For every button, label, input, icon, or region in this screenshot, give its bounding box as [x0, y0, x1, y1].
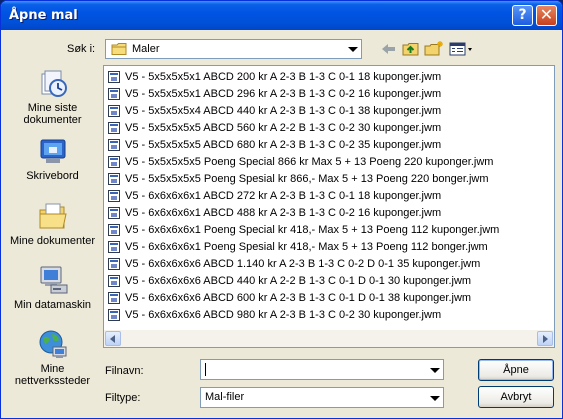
template-file-icon	[108, 224, 120, 236]
open-button[interactable]: Åpne	[478, 359, 554, 381]
lookin-dropdown-arrow[interactable]	[344, 40, 361, 58]
help-button[interactable]: ?	[512, 5, 533, 26]
template-file-icon	[108, 173, 120, 185]
views-menu-button[interactable]	[448, 40, 474, 58]
window-title: Åpne mal	[9, 8, 78, 23]
template-file-icon	[108, 71, 120, 83]
place-network-places[interactable]: Mine nettverkssteder	[5, 329, 100, 389]
lookin-value: Maler	[132, 43, 160, 55]
lookin-label: Søk i:	[67, 43, 96, 55]
template-file-icon	[108, 156, 120, 168]
lookin-select[interactable]: Maler	[105, 39, 362, 59]
place-desktop[interactable]: Skrivebord	[5, 136, 100, 184]
place-label: Mine dokumenter	[10, 235, 95, 247]
template-file-icon	[108, 122, 120, 134]
filetype-label: Filtype:	[105, 392, 141, 404]
place-label: Mine siste dokumenter	[23, 102, 82, 126]
new-folder-button[interactable]	[423, 40, 445, 58]
scroll-left-button[interactable]	[105, 331, 121, 346]
my-computer-icon	[40, 266, 68, 294]
template-file-icon	[108, 241, 120, 253]
folder-icon	[111, 43, 127, 55]
text-cursor	[205, 363, 206, 376]
place-label: Skrivebord	[26, 170, 79, 182]
template-file-icon	[108, 292, 120, 304]
place-recent-documents[interactable]: Mine siste dokumenter	[5, 68, 100, 130]
filetype-value: Mal-filer	[205, 391, 245, 403]
network-places-icon	[39, 330, 67, 358]
filename-dropdown-arrow[interactable]	[426, 360, 443, 379]
template-file-icon	[108, 258, 120, 270]
horizontal-scrollbar[interactable]	[104, 330, 554, 347]
back-button[interactable]	[378, 40, 400, 58]
back-arrow-icon	[382, 44, 395, 54]
filename-label: Filnavn:	[105, 365, 144, 377]
close-button[interactable]: ✕	[536, 5, 557, 26]
desktop-icon	[40, 139, 66, 163]
template-file-icon	[108, 105, 120, 117]
scroll-right-button[interactable]	[537, 331, 553, 346]
place-my-computer[interactable]: Min datamaskin	[5, 265, 100, 313]
template-file-icon	[108, 139, 120, 151]
my-documents-icon	[39, 203, 67, 229]
place-label: Mine nettverkssteder	[14, 363, 91, 387]
scroll-right-arrow-icon	[543, 335, 548, 343]
filename-input[interactable]	[200, 359, 444, 380]
place-label: Min datamaskin	[13, 299, 92, 311]
up-one-level-button[interactable]	[400, 40, 422, 58]
up-one-level-icon	[402, 43, 419, 56]
views-menu-icon	[449, 42, 472, 56]
filetype-dropdown-arrow[interactable]	[426, 388, 443, 407]
filetype-select[interactable]: Mal-filer	[200, 387, 444, 408]
new-folder-icon	[424, 41, 443, 56]
file-list[interactable]: V5 - 5x5x5x5x1 ABCD 200 kr A 2-3 B 1-3 C…	[103, 65, 555, 348]
recent-documents-icon	[41, 70, 67, 97]
title-bar[interactable]: Åpne mal ? ✕	[1, 1, 562, 30]
template-file-icon	[108, 309, 120, 321]
template-file-icon	[108, 275, 120, 287]
open-template-dialog: Åpne mal ? ✕ Søk i: Maler Mine siste dok…	[0, 0, 563, 419]
template-file-icon	[108, 190, 120, 202]
cancel-button[interactable]: Avbryt	[478, 386, 554, 408]
template-file-icon	[108, 88, 120, 100]
scroll-left-arrow-icon	[110, 335, 115, 343]
template-file-icon	[108, 207, 120, 219]
place-my-documents[interactable]: Mine dokumenter	[5, 201, 100, 261]
